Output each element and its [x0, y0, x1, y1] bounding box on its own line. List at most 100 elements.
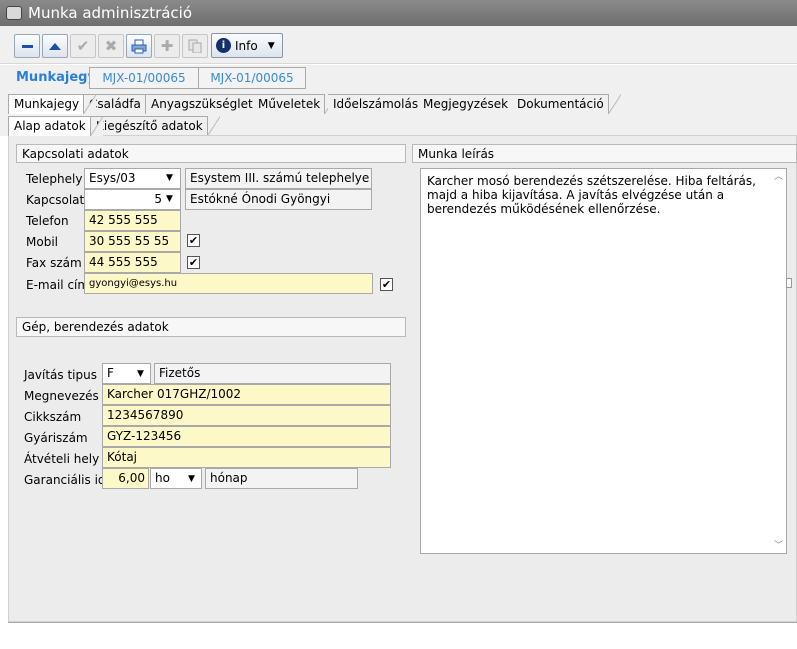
- gyariszam-field[interactable]: GYZ-123456: [102, 426, 391, 447]
- telephely-label: Telephely: [26, 172, 83, 186]
- subtab-kiegeszito-adatok[interactable]: Kiegészítő adatok: [90, 116, 220, 136]
- telephely-desc-text: Esystem III. számú telephelye: [190, 171, 370, 185]
- copy-icon: [188, 39, 202, 53]
- tab-anyagszukseglet[interactable]: Anyagszükséglet: [146, 94, 270, 114]
- record-type-label: Munkajegy: [16, 70, 96, 85]
- email-value: gyongyi@esys.hu: [89, 278, 178, 289]
- record-code-1: MJX-01/00065: [102, 71, 186, 85]
- fax-value: 44 555 555: [89, 255, 158, 269]
- up-button[interactable]: [42, 34, 68, 58]
- check-button[interactable]: ✔: [70, 34, 96, 58]
- tab-munkajegy[interactable]: Munkajegy: [8, 94, 97, 114]
- up-triangle-icon: [49, 43, 61, 50]
- machine-section-title: Gép, berendezés adatok: [16, 317, 406, 337]
- kapcsolat-desc-text: Estókné Ónodi Gyöngyi: [190, 192, 331, 206]
- gyariszam-label: Gyáriszám: [24, 431, 88, 445]
- subtab-label: Kiegészítő adatok: [96, 119, 203, 133]
- info-dropdown-button[interactable]: i Info ▼: [211, 33, 283, 58]
- plus-icon: ✚: [160, 37, 174, 55]
- subtab-alap-adatok[interactable]: Alap adatok: [8, 116, 103, 136]
- window-title: Munka adminisztráció: [28, 4, 193, 22]
- gyariszam-value: GYZ-123456: [107, 429, 182, 443]
- telefon-field[interactable]: 42 555 555: [84, 210, 181, 231]
- info-label: Info: [235, 38, 258, 53]
- close-icon: ✖: [104, 37, 118, 55]
- copy-button[interactable]: [182, 34, 208, 58]
- subtab-label: Alap adatok: [14, 119, 86, 133]
- tab-label: Műveletek: [258, 97, 321, 111]
- title-bar: Munka adminisztráció: [0, 0, 797, 26]
- garancia-unit-description: hónap: [205, 468, 358, 489]
- tab-idoelszamolas[interactable]: Időelszámolás: [328, 94, 436, 114]
- section-title: Munka leírás: [418, 147, 495, 161]
- cancel-button[interactable]: ✖: [98, 34, 124, 58]
- garancia-value: 6,00: [118, 471, 145, 485]
- check-icon: ✔: [76, 37, 90, 55]
- chevron-down-icon[interactable]: ▼: [166, 173, 173, 183]
- megnevezes-field[interactable]: Karcher 017GHZ/1002: [102, 384, 391, 405]
- fax-checkbox[interactable]: ✔: [187, 256, 200, 269]
- vertical-scrollbar[interactable]: ︿ ﹀: [771, 169, 786, 553]
- record-code-box: MJX-01/00065: [89, 67, 199, 89]
- garancia-unit-value: ho: [155, 471, 170, 485]
- section-title: Kapcsolati adatok: [22, 147, 129, 161]
- splitter-handle[interactable]: [786, 278, 792, 288]
- tab-label: Megjegyzések: [423, 97, 509, 111]
- chevron-down-icon[interactable]: ▼: [188, 474, 195, 484]
- record-header: Munkajegy MJX-01/00065 MJX-01/00065: [0, 65, 797, 91]
- chevron-up-icon[interactable]: ︿: [774, 169, 783, 182]
- telephely-description: Esystem III. számú telephelye: [185, 168, 372, 189]
- tab-muveletek[interactable]: Műveletek: [253, 94, 338, 114]
- javitas-label: Javítás tipus: [24, 368, 97, 382]
- work-section-title: Munka leírás: [412, 144, 797, 163]
- tab-megjegyzesek[interactable]: Megjegyzések: [418, 94, 526, 114]
- print-button[interactable]: [126, 34, 152, 58]
- kapcsolat-value: 5: [154, 192, 162, 206]
- cikkszam-value: 1234567890: [107, 408, 184, 422]
- atveteli-field[interactable]: Kótaj: [102, 447, 391, 468]
- tab-label: Anyagszükséglet: [151, 97, 253, 111]
- cikkszam-label: Cikkszám: [24, 410, 82, 424]
- work-description-textarea[interactable]: Karcher mosó berendezés szétszerelése. H…: [420, 168, 787, 554]
- record-code-box-2: MJX-01/00065: [198, 67, 306, 89]
- minus-button[interactable]: [14, 34, 40, 58]
- add-button[interactable]: ✚: [154, 34, 180, 58]
- tab-dokumentacio[interactable]: Dokumentáció: [512, 94, 621, 114]
- atveteli-label: Átvételi hely: [24, 452, 100, 466]
- chevron-down-icon[interactable]: ▼: [137, 369, 144, 379]
- cikkszam-field[interactable]: 1234567890: [102, 405, 391, 426]
- section-title: Gép, berendezés adatok: [22, 320, 169, 334]
- javitas-description: Fizetős: [154, 363, 391, 384]
- tab-label: Dokumentáció: [517, 97, 604, 111]
- email-field[interactable]: gyongyi@esys.hu: [84, 273, 373, 294]
- status-strip: [8, 622, 797, 642]
- record-code-2: MJX-01/00065: [210, 71, 294, 85]
- email-checkbox[interactable]: ✔: [380, 278, 393, 291]
- garancia-unit-desc-text: hónap: [210, 471, 248, 485]
- email-label: E-mail cím: [26, 278, 90, 292]
- kapcsolat-description: Estókné Ónodi Gyöngyi: [185, 189, 372, 210]
- contact-section-title: Kapcsolati adatok: [16, 144, 406, 163]
- chevron-down-icon[interactable]: ﹀: [774, 538, 783, 551]
- tab-label: Munkajegy: [14, 97, 80, 111]
- mobil-checkbox[interactable]: ✔: [187, 234, 200, 247]
- mobil-field[interactable]: 30 555 55 55: [84, 231, 181, 252]
- garancia-field[interactable]: 6,00: [102, 468, 149, 489]
- megnevezes-label: Megnevezés: [24, 389, 99, 403]
- telefon-label: Telefon: [26, 214, 69, 228]
- telephely-value: Esys/03: [89, 171, 136, 185]
- work-description-text: Karcher mosó berendezés szétszerelése. H…: [427, 174, 756, 216]
- mobil-label: Mobil: [26, 235, 58, 249]
- chevron-down-icon[interactable]: ▼: [166, 194, 173, 204]
- javitas-desc-text: Fizetős: [159, 366, 201, 380]
- megnevezes-value: Karcher 017GHZ/1002: [107, 387, 242, 401]
- tab-label: Családfa: [89, 97, 141, 111]
- mobil-value: 30 555 55 55: [89, 234, 170, 248]
- fax-field[interactable]: 44 555 555: [84, 252, 181, 273]
- kapcsolat-label: Kapcsolat: [26, 193, 85, 207]
- telefon-value: 42 555 555: [89, 213, 158, 227]
- minus-icon: [21, 44, 33, 48]
- main-tab-bar: Munkajegy Családfa Anyagszükséglet Művel…: [0, 91, 797, 114]
- app-icon: [6, 6, 22, 20]
- chevron-down-icon: ▼: [267, 40, 275, 51]
